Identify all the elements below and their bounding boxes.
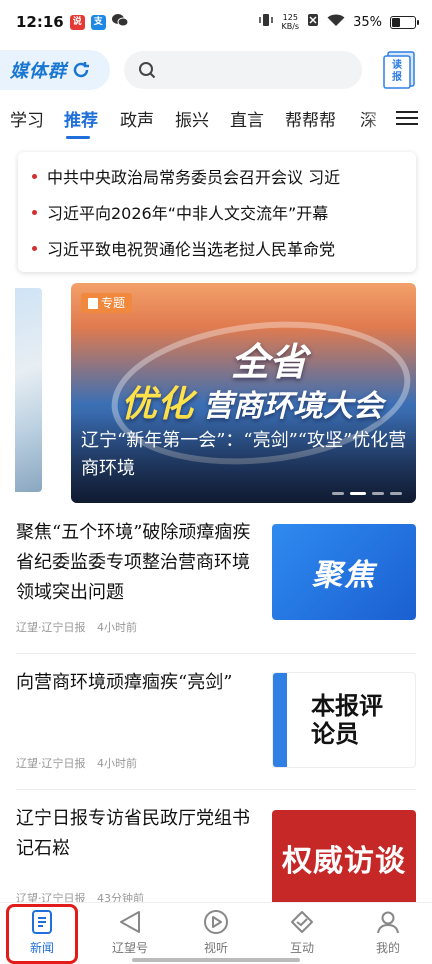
wechat-icon [111,13,129,31]
read-newspaper-button[interactable]: 读报 [382,50,416,90]
channel-tabs: 学习 推荐 政声 振兴 直言 帮帮帮 深 [0,100,432,140]
feature-banner[interactable]: 专题 全省 优化 营商环境大会 辽宁“新年第一会”：“亮剑”“攻坚”优化营商环境 [71,283,416,503]
bullet-icon [32,173,37,179]
channel-menu-icon[interactable] [396,108,418,128]
bullet-icon [32,245,37,251]
top-headlines: 中共中央政治局常务委员会召开会议 习近 习近平向2026年“中非人文交流年”开幕… [18,152,416,272]
news-source: 辽望·辽宁日报 [16,621,86,634]
thumbnail-text: 聚焦 [312,558,376,593]
news-time: 4小时前 [97,621,137,634]
news-source: 辽望·辽宁日报 [16,757,86,770]
tab-politics[interactable]: 政声 [120,106,154,131]
bullet-icon [32,209,37,215]
banner-art-line1: 全省 [231,340,308,384]
news-thumbnail: 权威访谈 [272,810,416,906]
nav-profile[interactable]: 我的 [358,909,418,956]
tab-help[interactable]: 帮帮帮 [285,106,336,131]
battery-icon [390,15,419,29]
topic-tag: 专题 [81,293,133,313]
news-title: 辽宁日报专访省民政厅党组书记石崧 [16,808,250,859]
app-icon-blue: 支 [90,14,106,30]
headline-item[interactable]: 中共中央政治局常务委员会召开会议 习近 [32,158,416,194]
news-meta: 辽望·辽宁日报 4小时前 [16,755,145,771]
nav-liaowang[interactable]: 辽望号 [100,909,160,956]
vibrate-icon [259,13,274,31]
speed-unit: KB/s [281,22,300,31]
news-title: 聚焦“五个环境”破除顽瘴痼疾 省纪委监委专项整治营商环境领域突出问题 [16,522,251,603]
nav-label: 我的 [375,941,400,955]
headline-text: 习近平向2026年“中非人文交流年”开幕 [47,204,329,223]
tab-study[interactable]: 学习 [10,106,44,131]
play-icon [204,910,228,934]
news-thumbnail: 聚焦 [272,524,416,620]
sim-off-icon [307,13,319,31]
nav-interact[interactable]: 互动 [272,909,332,956]
refresh-icon [73,62,89,78]
tab-frank-talk[interactable]: 直言 [230,106,264,131]
tab-recommend[interactable]: 推荐 [64,106,98,131]
wifi-icon [327,13,345,31]
app-header: 媒体群 读报 [0,48,432,94]
topic-tag-label: 专题 [101,296,126,310]
news-thumbnail: 本报评论员 [272,672,416,768]
carousel-indicator [332,492,402,495]
nav-label: 互动 [289,941,314,955]
selection-highlight [6,904,78,964]
nav-label: 视听 [203,941,228,955]
media-group-logo[interactable]: 媒体群 [0,50,110,90]
thumbnail-text: 本报评论员 [311,692,383,748]
reader-icon-text: 读报 [392,60,402,83]
home-indicator[interactable] [132,958,300,962]
user-icon [377,911,399,934]
headline-item[interactable]: 习近平向2026年“中非人文交流年”开幕 [32,194,416,230]
headline-text: 习近平致电祝贺通伦当选老挝人民革命党 [47,240,336,259]
paper-plane-icon [120,911,140,933]
nav-label: 辽望号 [111,941,148,955]
battery-percent: 35% [353,14,382,30]
network-speed: 125 KB/s [281,13,299,31]
headline-item[interactable]: 习近平致电祝贺通伦当选老挝人民革命党 [32,230,416,266]
news-title: 向营商环境顽瘴痼疾“亮剑” [16,672,233,693]
news-time: 4小时前 [97,757,137,770]
thumbnail-bar [273,673,287,767]
news-item[interactable]: 辽宁日报专访省民政厅党组书记石崧 辽望·辽宁日报 43分钟前 权威访谈 [16,790,416,906]
tabs-fade [364,100,392,140]
active-tab-indicator [66,136,90,139]
thumbnail-text: 权威访谈 [282,844,406,879]
search-icon [139,62,156,79]
headline-text: 中共中央政治局常务委员会召开会议 习近 [47,168,341,187]
handshake-icon [291,911,313,933]
news-meta: 辽望·辽宁日报 4小时前 [16,619,145,635]
carousel-previous-slide[interactable] [15,288,42,492]
tab-revitalize[interactable]: 振兴 [175,106,209,131]
search-bar[interactable] [124,51,362,89]
app-icon-red: 说 [69,14,85,30]
speed-value: 125 [282,13,298,22]
status-time: 12:16 [16,13,64,31]
nav-video[interactable]: 视听 [186,909,246,956]
news-item[interactable]: 向营商环境顽瘴痼疾“亮剑” 辽望·辽宁日报 4小时前 本报评论员 [16,654,416,790]
topic-icon [88,297,98,309]
news-item[interactable]: 聚焦“五个环境”破除顽瘴痼疾 省纪委监委专项整治营商环境领域突出问题 辽望·辽宁… [16,518,416,654]
logo-text: 媒体群 [10,61,67,82]
status-bar: 12:16 说 支 125 KB/s 35% [0,0,432,44]
banner-caption: 辽宁“新年第一会”：“亮剑”“攻坚”优化营商环境 [81,430,407,479]
